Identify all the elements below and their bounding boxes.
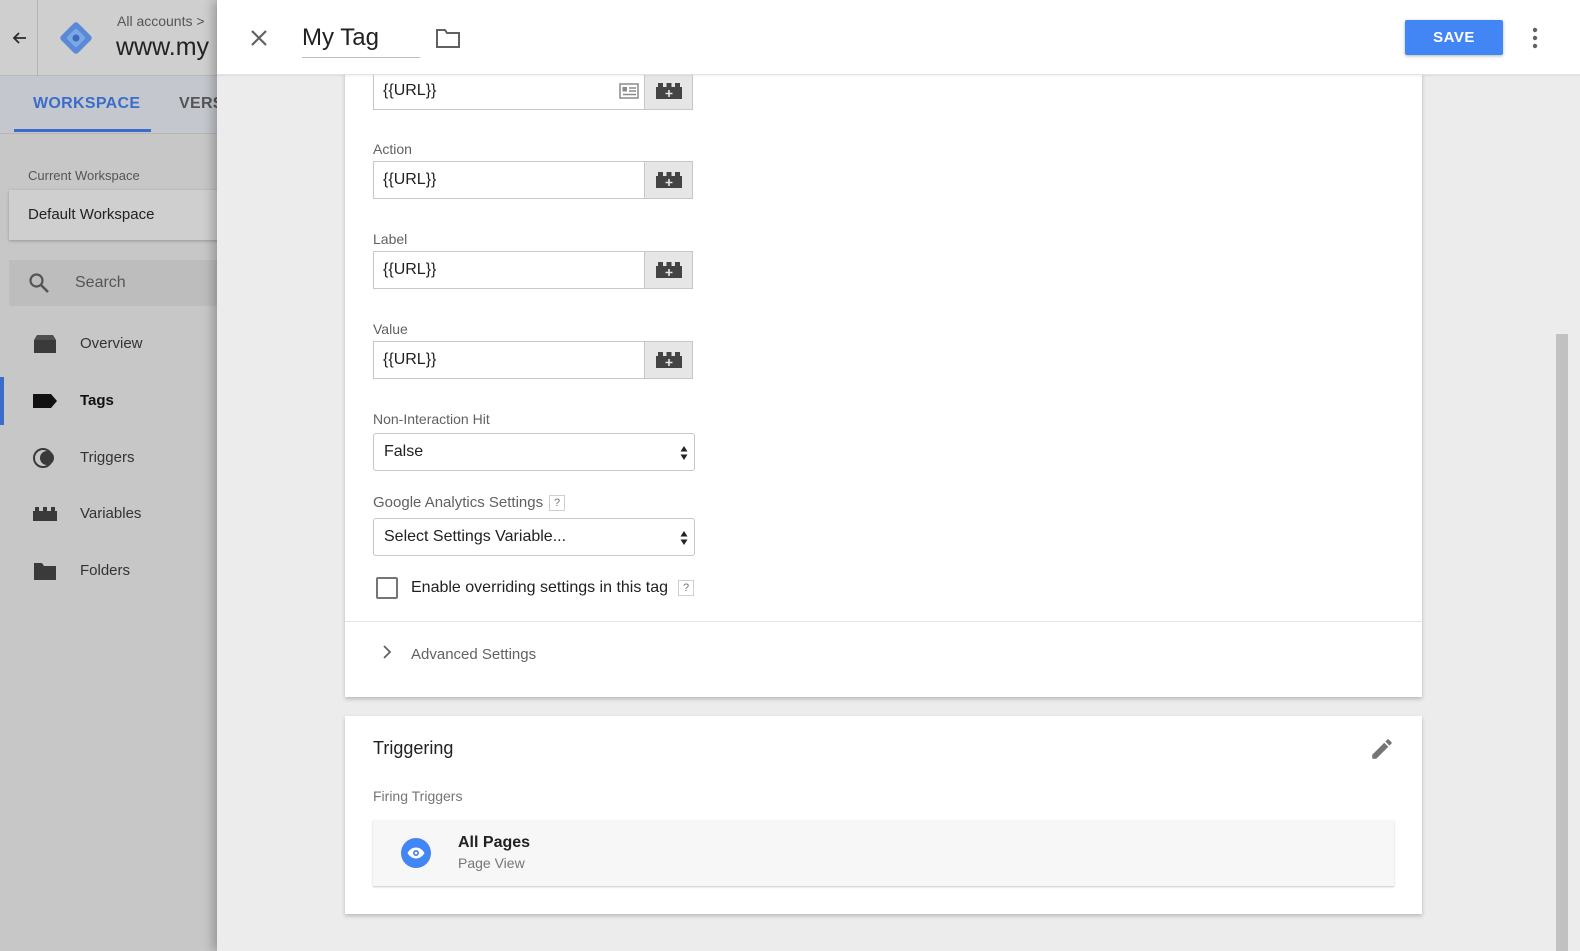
overview-icon [34,335,56,353]
container-name: www.my [116,33,210,61]
insert-variable-button[interactable] [644,161,693,199]
gtm-logo-icon [58,20,94,56]
active-tab-indicator [14,129,151,132]
field-label: Value [373,321,408,337]
insert-variable-button[interactable] [644,341,693,379]
scrollbar-thumb[interactable] [1556,334,1568,951]
tag-icon [33,394,57,408]
chevron-right-icon [383,645,392,659]
field-label: Action [373,141,412,157]
value-field[interactable] [373,341,645,379]
sidebar-item-label: Variables [80,505,142,522]
tab-workspace[interactable]: WORKSPACE [33,95,140,113]
workspace-selector[interactable]: Default Workspace [9,190,249,240]
variables-icon [33,507,57,521]
advanced-settings-label: Advanced Settings [411,646,537,663]
tag-name-input[interactable] [302,18,420,58]
workspace-name: Default Workspace [28,206,155,223]
trigger-name: All Pages [458,834,531,851]
override-settings-checkbox[interactable] [376,577,398,599]
add-variable-icon [655,172,682,188]
field-label: Label [373,231,408,247]
trigger-item[interactable]: All Pages Page View [373,820,1394,886]
triggering-card: Triggering Firing Triggers All Pages Pag… [345,716,1422,914]
trigger-type: Page View [458,855,525,871]
folder-icon [34,563,56,580]
search-placeholder: Search [75,274,126,291]
override-settings-label: Enable overriding settings in this tag [411,579,669,596]
tag-configuration-card: Action Label Value Non-Interaction Hit F… [345,40,1422,697]
add-variable-icon [655,352,682,368]
add-variable-icon [655,262,682,278]
label-field[interactable] [373,251,645,289]
sidebar-item-label: Folders [80,562,131,579]
tag-editor-panel: SAVE Action Label Value Non-Interaction [217,0,1580,951]
trigger-icon [33,448,54,468]
select-value: False [384,443,424,460]
non-interaction-label: Non-Interaction Hit [373,411,490,427]
more-vert-icon[interactable] [1523,26,1547,50]
insert-variable-button[interactable] [644,72,693,110]
edit-pencil-icon[interactable] [1369,736,1395,762]
help-icon[interactable]: ? [678,579,695,596]
sidebar-item-label: Tags [80,392,114,409]
ga-settings-label: Google Analytics Settings [373,494,544,511]
non-interaction-select[interactable]: False [373,433,695,471]
add-variable-icon [655,83,682,99]
sidebar-search[interactable]: Search [9,260,249,306]
help-icon[interactable]: ? [549,495,566,512]
panel-header: SAVE [217,0,1580,75]
firing-triggers-label: Firing Triggers [373,788,463,804]
advanced-settings-toggle[interactable]: Advanced Settings [373,638,773,670]
insert-variable-button[interactable] [644,251,693,289]
select-arrows-icon [680,446,688,460]
override-settings-label-row: Enable overriding settings in this tag? [411,579,695,597]
action-field[interactable] [373,161,645,199]
category-field[interactable] [373,72,645,110]
close-icon[interactable] [245,24,273,52]
folder-icon[interactable] [435,26,461,50]
breadcrumb[interactable]: All accounts > [117,13,205,29]
variable-card-icon[interactable] [619,83,639,99]
divider [345,621,1422,622]
sidebar-item-label: Triggers [80,449,135,466]
select-value: Select Settings Variable... [384,528,567,545]
search-icon [29,273,49,293]
eye-icon [401,838,431,868]
ga-settings-select[interactable]: Select Settings Variable... [373,518,695,556]
current-workspace-label: Current Workspace [28,168,140,183]
back-arrow-icon[interactable] [0,0,38,76]
sidebar-item-label: Overview [80,335,143,352]
save-button[interactable]: SAVE [1405,20,1503,55]
select-arrows-icon [680,531,688,545]
ga-settings-label-row: Google Analytics Settings? [373,494,566,512]
triggering-title: Triggering [373,738,454,758]
